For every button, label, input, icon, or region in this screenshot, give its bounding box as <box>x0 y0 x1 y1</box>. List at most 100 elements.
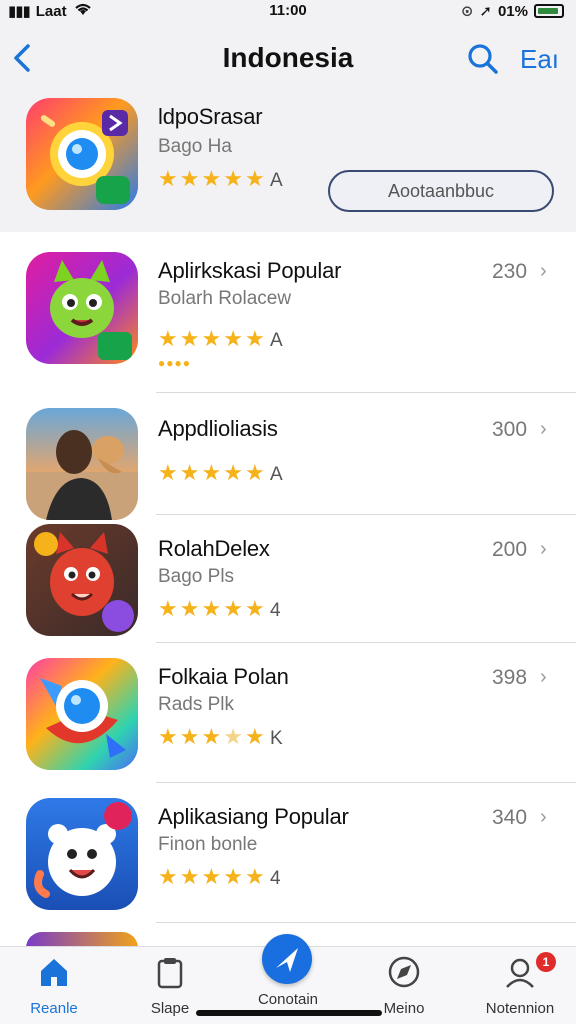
divider <box>156 922 576 923</box>
home-indicator <box>196 1010 382 1016</box>
app-list: Aplirkskasi Popular Bolarh Rolacew ★ ★ ★ ★ ★… <box>0 232 576 948</box>
star-icon: ★ <box>179 724 200 749</box>
app-count: 300 <box>492 418 528 441</box>
list-item[interactable]: Folkaia Polan Rads Plk ★ ★ ★ ★ ★ K 398 › <box>0 644 576 780</box>
star-icon: ★ <box>179 326 200 351</box>
star-icon: ★ <box>201 724 222 749</box>
alarm-icon: ⊙ <box>460 3 474 20</box>
star-icon: ★ <box>244 326 265 351</box>
rating-stars: ★ ★ ★ ★ ★ <box>158 866 265 888</box>
divider <box>156 392 576 393</box>
star-icon: ★ <box>158 326 178 351</box>
star-icon: ★ <box>158 596 178 621</box>
featured-app-icon <box>26 98 138 210</box>
star-icon: ★ <box>244 864 265 889</box>
nav-bar: Indonesia Eaı <box>0 36 576 82</box>
open-button[interactable]: Aootaanbbuc <box>328 170 554 212</box>
star-icon: ★ <box>244 724 265 749</box>
compose-button[interactable] <box>262 934 312 984</box>
star-icon: ★ <box>201 166 222 191</box>
home-icon <box>41 959 67 986</box>
app-subtitle: Finon bonle <box>158 834 258 855</box>
app-name: Aplirkskasi Popular <box>158 258 342 283</box>
search-button[interactable] <box>466 42 500 76</box>
divider <box>156 782 576 783</box>
app-subtitle: Bago Pls <box>158 566 235 587</box>
battery-percent: 01% <box>497 2 528 20</box>
featured-rating-letter: A <box>270 170 283 191</box>
app-name: Appdlioliasis <box>158 416 278 441</box>
tab-contain[interactable]: Conotain <box>238 985 338 1008</box>
star-icon: ★ <box>223 864 243 889</box>
notification-badge: 1 <box>536 952 556 972</box>
rating-stars: ★ ★ ★ ★ ★ <box>158 598 265 620</box>
app-name: Folkaia Polan <box>158 664 289 689</box>
rating-letter: 4 <box>270 600 281 621</box>
app-icon <box>26 524 138 636</box>
star-icon: ★ <box>179 864 200 889</box>
rating-dots: ●●●● <box>158 356 191 370</box>
star-icon: ★ <box>179 596 200 621</box>
list-item[interactable]: RolahDelex Bago Pls ★ ★ ★ ★ ★ 4 200 › <box>0 516 576 640</box>
nav-right-button[interactable]: Eaı <box>520 44 559 75</box>
chevron-right-icon: › <box>540 666 547 688</box>
star-icon: ★ <box>179 166 200 191</box>
chevron-right-icon: › <box>540 806 547 828</box>
star-icon: ★ <box>158 724 178 749</box>
star-icon: ★ <box>244 596 265 621</box>
compass-icon <box>388 956 420 988</box>
tab-label: Conotain <box>257 991 319 1008</box>
status-bar: ▮▮▮ Laat 11:00 ⊙ ➚ 01% <box>0 0 576 22</box>
app-count: 398 <box>492 666 528 689</box>
search-icon <box>468 44 498 74</box>
location-icon: ➚ <box>479 3 492 20</box>
app-subtitle: Bolarh Rolacew <box>158 288 292 309</box>
app-name: RolahDelex <box>158 536 270 561</box>
app-icon <box>26 798 138 910</box>
featured-app[interactable]: ldpoSrasar Bago Ha ★ ★ ★ ★ ★ A Aootaanbbuc <box>0 90 576 230</box>
rating-stars: ★ ★ ★ ★ ★ <box>158 328 265 350</box>
rating-stars: ★ ★ ★ ★ ★ <box>158 726 265 748</box>
star-icon: ★ <box>223 326 243 351</box>
tab-meino[interactable]: Meino <box>354 955 454 1017</box>
rating-letter: 4 <box>270 868 281 889</box>
app-count: 340 <box>492 806 528 829</box>
star-icon: ★ <box>158 460 178 485</box>
tab-home[interactable]: Reanle <box>4 955 104 1017</box>
paper-plane-icon <box>276 948 298 972</box>
person-icon <box>506 958 534 988</box>
list-item[interactable]: Appdlioliasis ★ ★ ★ ★ ★ A 300 › <box>0 394 576 520</box>
tab-slape[interactable]: Slape <box>120 955 220 1017</box>
featured-app-subtitle: Bago Ha <box>158 136 232 157</box>
star-icon: ★ <box>223 166 243 191</box>
featured-app-name: ldpoSrasar <box>158 104 263 129</box>
tab-label: Notennion <box>485 1000 555 1017</box>
star-icon: ★ <box>179 460 200 485</box>
chevron-right-icon: › <box>540 418 547 440</box>
rating-letter: K <box>270 728 283 749</box>
rating-letter: A <box>270 464 283 485</box>
list-item[interactable]: Aplirkskasi Popular Bolarh Rolacew ★ ★ ★ ★ ★… <box>0 232 576 392</box>
app-subtitle: Rads Plk <box>158 694 235 715</box>
app-count: 200 <box>492 538 528 561</box>
app-count: 230 <box>492 260 528 283</box>
app-icon <box>26 658 138 770</box>
star-icon: ★ <box>244 460 265 485</box>
battery-icon <box>534 4 564 18</box>
star-icon: ★ <box>201 596 222 621</box>
chevron-right-icon: › <box>540 260 547 282</box>
star-icon: ★ <box>158 166 178 191</box>
rating-letter: A <box>270 330 283 351</box>
divider <box>156 642 576 643</box>
status-right: ⊙ ➚ 01% <box>461 2 564 20</box>
rating-stars: ★ ★ ★ ★ ★ <box>158 462 265 484</box>
star-icon: ★ <box>158 864 178 889</box>
star-icon: ★ <box>244 166 265 191</box>
star-half-icon: ★ <box>223 724 243 749</box>
list-item[interactable]: Aplikasiang Popular Finon bonle ★ ★ ★ ★ ★ 4 … <box>0 784 576 920</box>
star-icon: ★ <box>223 460 243 485</box>
featured-rating-stars: ★ ★ ★ ★ ★ <box>158 168 265 190</box>
divider <box>156 514 576 515</box>
clipboard-icon <box>157 958 183 989</box>
star-icon: ★ <box>223 596 243 621</box>
